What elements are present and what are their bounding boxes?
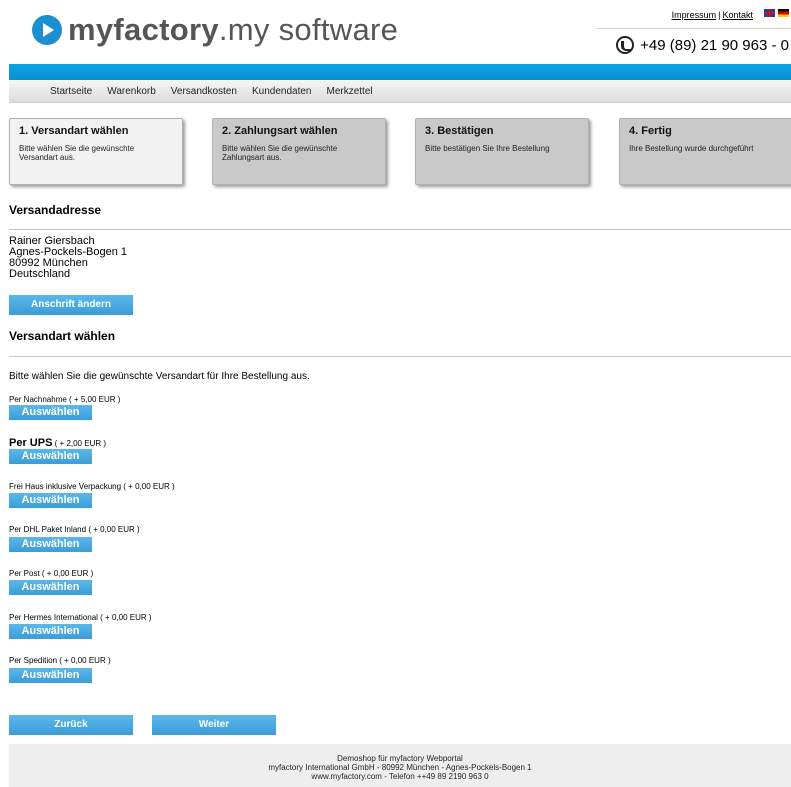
shipping-intro: Bitte wählen Sie die gewünschte Versanda… <box>9 371 310 382</box>
address-heading: Versandadresse <box>9 203 102 217</box>
shipping-divider <box>9 356 791 357</box>
top-links: Impressum | Kontakt <box>671 10 753 20</box>
select-dhl-button[interactable]: Auswählen <box>9 537 92 552</box>
logo-text: myfactory.my software <box>68 12 399 47</box>
step-3: 3. Bestätigen Bitte bestätigen Sie Ihre … <box>415 118 589 185</box>
select-post-button[interactable]: Auswählen <box>9 580 92 595</box>
header-bar <box>9 64 791 80</box>
option-hermes: Per Hermes International ( + 0,00 EUR ) <box>9 613 152 622</box>
nav-warenkorb[interactable]: Warenkorb <box>107 86 156 97</box>
shipping-address: Rainer Giersbach Agnes-Pockels-Bogen 1 8… <box>9 235 128 280</box>
shipping-heading: Versandart wählen <box>9 329 116 343</box>
option-frei-haus: Frei Haus inklusive Verpackung ( + 0,00 … <box>9 482 175 491</box>
language-flags <box>764 9 789 17</box>
phone-number: +49 (89) 21 90 963 - 0 <box>616 36 789 54</box>
step-4: 4. Fertig Ihre Bestellung wurde durchgef… <box>619 118 791 185</box>
select-frei-haus-button[interactable]: Auswählen <box>9 493 92 508</box>
nav-merkzettel[interactable]: Merkzettel <box>326 86 372 97</box>
option-spedition: Per Spedition ( + 0,00 EUR ) <box>9 656 111 665</box>
step-2: 2. Zahlungsart wählen Bitte wählen Sie d… <box>212 118 386 185</box>
impressum-link[interactable]: Impressum <box>672 10 717 20</box>
step-1: 1. Versandart wählen Bitte wählen Sie di… <box>9 118 183 185</box>
footer: Demoshop für myfactory Webportal myfacto… <box>9 744 791 787</box>
header-divider <box>597 28 791 29</box>
nav-startseite[interactable]: Startseite <box>50 86 92 97</box>
nav-versandkosten[interactable]: Versandkosten <box>171 86 237 97</box>
nav-kundendaten[interactable]: Kundendaten <box>252 86 312 97</box>
german-flag-icon[interactable] <box>778 9 789 17</box>
main-nav: Startseite Warenkorb Versandkosten Kunde… <box>9 81 791 103</box>
select-nachnahme-button[interactable]: Auswählen <box>9 405 92 420</box>
option-ups: Per UPS ( + 2,00 EUR ) <box>9 437 107 449</box>
kontakt-link[interactable]: Kontakt <box>722 10 753 20</box>
uk-flag-icon[interactable] <box>764 9 775 17</box>
next-button[interactable]: Weiter <box>152 715 276 735</box>
option-dhl: Per DHL Paket Inland ( + 0,00 EUR ) <box>9 525 140 534</box>
option-nachnahme: Per Nachnahme ( + 5,00 EUR ) <box>9 395 121 404</box>
select-ups-button[interactable]: Auswählen <box>9 449 92 464</box>
play-logo-icon <box>32 15 62 45</box>
select-hermes-button[interactable]: Auswählen <box>9 624 92 639</box>
back-button[interactable]: Zurück <box>9 715 133 735</box>
phone-icon <box>616 36 635 54</box>
option-post: Per Post ( + 0,00 EUR ) <box>9 569 94 578</box>
select-spedition-button[interactable]: Auswählen <box>9 668 92 683</box>
logo[interactable]: myfactory.my software <box>32 12 398 48</box>
change-address-button[interactable]: Anschrift ändern <box>9 295 133 315</box>
address-divider <box>9 229 791 230</box>
